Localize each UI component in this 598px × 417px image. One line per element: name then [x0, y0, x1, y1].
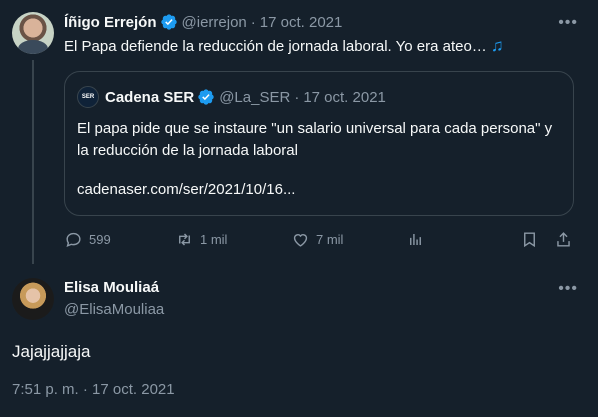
analytics-button[interactable] [406, 230, 425, 249]
author-name[interactable]: Elisa Mouliaá [64, 278, 159, 298]
retweet-button[interactable]: 1 mil [175, 230, 227, 249]
tweet-actions: 599 1 mil 7 mil [64, 230, 578, 252]
tweet-header: Íñigo Errejón @ierrejon · 17 oct. 2021 [64, 12, 342, 32]
quote-link[interactable]: cadenaser.com/ser/2021/10/16... [77, 179, 295, 201]
tweet-text: Jajajjajjaja [12, 342, 91, 361]
tweet-reply[interactable]: Elisa Mouliaá @ElisaMouliaa ••• Jajajjaj… [0, 264, 598, 417]
quote-text: El papa pide que se instaure "un salario… [77, 120, 553, 159]
tweet-date[interactable]: 17 oct. 2021 [260, 14, 343, 31]
heart-icon [293, 234, 308, 247]
tweet-text: El Papa defiende la reducción de jornada… [64, 36, 504, 57]
share-button[interactable] [554, 230, 573, 249]
analytics-icon [410, 233, 421, 246]
bookmark-button[interactable] [520, 230, 539, 249]
tweet-original[interactable]: Íñigo Errejón @ierrejon · 17 oct. 2021 •… [0, 0, 598, 264]
separator: · [294, 88, 300, 106]
more-options-icon[interactable]: ••• [558, 280, 578, 298]
like-button[interactable]: 7 mil [291, 230, 343, 249]
quoted-tweet[interactable]: SER Cadena SER @La_SER · 17 oct. 2021 El… [64, 71, 574, 216]
retweet-icon [179, 233, 190, 246]
separator: · [250, 13, 256, 31]
retweet-count: 1 mil [200, 232, 228, 247]
author-handle[interactable]: @ierrejon [182, 14, 247, 31]
verified-badge-icon [197, 88, 215, 106]
author-name[interactable]: Íñigo Errejón [64, 14, 157, 31]
bookmark-icon [524, 232, 535, 248]
more-options-icon[interactable]: ••• [558, 14, 578, 32]
thread-line [32, 60, 34, 264]
quote-author-handle: @La_SER [219, 88, 291, 106]
reply-button[interactable]: 599 [64, 230, 111, 249]
reply-count: 599 [89, 232, 111, 247]
music-notes-icon: ♫ [490, 36, 504, 55]
reply-icon [66, 232, 81, 248]
tweet-text-body: El Papa defiende la reducción de jornada… [64, 38, 487, 55]
like-count: 7 mil [316, 232, 344, 247]
verified-badge-icon [160, 13, 178, 31]
cadena-ser-logo: SER [77, 86, 99, 108]
quote-author-name: Cadena SER [105, 88, 195, 106]
quote-header: SER Cadena SER @La_SER · 17 oct. 2021 [77, 86, 386, 108]
avatar[interactable] [12, 12, 54, 54]
tweet-timestamp[interactable]: 7:51 p. m. · 17 oct. 2021 [12, 380, 175, 400]
author-handle[interactable]: @ElisaMouliaa [64, 300, 164, 320]
share-icon [557, 232, 570, 247]
quote-date: 17 oct. 2021 [303, 88, 386, 106]
avatar[interactable] [12, 278, 54, 320]
